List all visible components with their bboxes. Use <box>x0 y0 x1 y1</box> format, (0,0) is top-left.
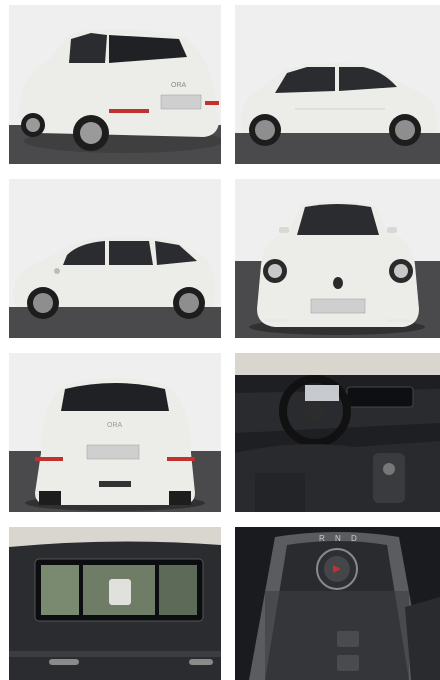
infotainment-screen-image <box>9 527 221 680</box>
photo-gear-selector[interactable]: R N D <box>235 527 440 680</box>
car-side-left-image <box>9 179 221 338</box>
rear-badge-text-2: ORA <box>107 422 123 429</box>
photo-side-left[interactable] <box>9 179 221 338</box>
rear-badge-text: ORA <box>171 82 187 89</box>
gear-selector-image: R N D <box>235 527 440 680</box>
photo-interior-dashboard[interactable] <box>235 353 440 512</box>
car-rear-three-quarter-image: ORA <box>9 5 221 164</box>
shifter-text: R N D <box>319 534 361 543</box>
car-side-right-image <box>235 5 440 164</box>
photo-gallery: ORA ORA R N D <box>0 0 440 680</box>
car-rear-image: ORA <box>9 353 221 512</box>
photo-rear-three-quarter[interactable]: ORA <box>9 5 221 164</box>
photo-front[interactable] <box>235 179 440 338</box>
photo-side-right[interactable] <box>235 5 440 164</box>
photo-rear[interactable]: ORA <box>9 353 221 512</box>
car-front-image <box>235 179 440 338</box>
photo-infotainment-screen[interactable] <box>9 527 221 680</box>
interior-dashboard-image <box>235 353 440 512</box>
